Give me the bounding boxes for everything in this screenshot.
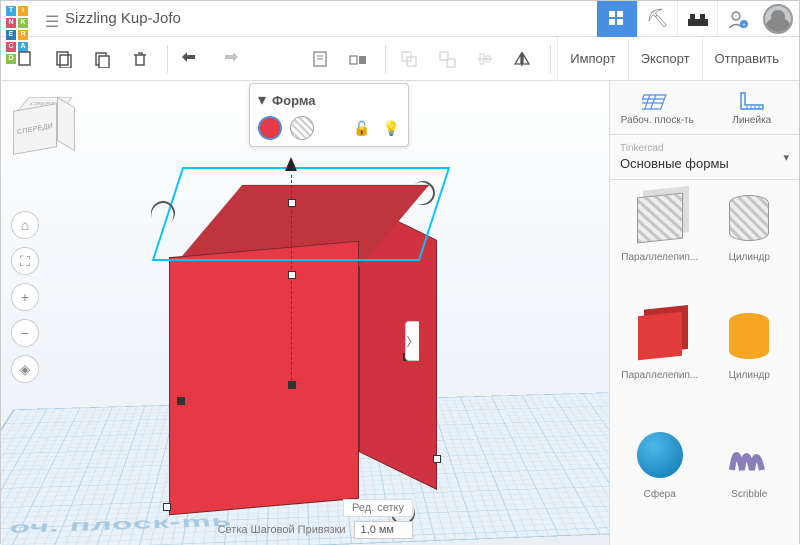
solid-color-swatch[interactable] [258,116,282,140]
main-toolbar: Импорт Экспорт Отправить [1,37,799,81]
shape-category-dropdown[interactable]: Tinkercad Основные формы ▾ [610,135,799,180]
zoom-out-button[interactable]: − [11,319,39,347]
redo-button[interactable] [212,42,246,76]
svg-text:+: + [741,22,745,29]
sidebar-expand-handle[interactable]: 〉 [405,321,419,361]
visibility-button[interactable] [341,42,375,76]
pickaxe-icon[interactable]: ⛏ [637,1,677,37]
fit-view-button[interactable]: ⛶ [11,247,39,275]
ortho-toggle-button[interactable]: ◈ [11,355,39,383]
home-view-button[interactable]: ⌂ [11,211,39,239]
send-button[interactable]: Отправить [702,37,791,81]
shape-panel-title: Форма [272,93,400,108]
snap-grid-select[interactable]: 1,0 мм [354,521,413,539]
ungroup-button[interactable] [430,42,464,76]
align-button[interactable] [468,42,502,76]
hole-swatch[interactable] [290,116,314,140]
tinkercad-logo[interactable]: TIN KER CAD [1,1,37,37]
lock-icon[interactable]: 🔓 [353,120,370,137]
shape-inspector-panel: ▾ Форма 🔓 💡 [249,83,409,147]
viewcube-side[interactable] [57,97,75,151]
import-button[interactable]: Импорт [557,37,627,81]
invite-user-icon[interactable]: + [717,1,757,37]
ruler-tool[interactable]: Линейка [705,81,800,134]
view-3d-icon[interactable] [597,1,637,37]
app-header: TIN KER CAD Sizzling Kup-Jofo ⛏ + [1,1,799,37]
shape-box-hole[interactable]: Параллелепип... [618,188,702,300]
mirror-button[interactable] [506,42,540,76]
project-list-icon[interactable] [45,12,59,26]
viewcube-front[interactable]: СПЕРЕДИ [13,103,57,155]
notes-button[interactable] [303,42,337,76]
view-controls: ⌂ ⛶ + − ◈ [11,211,39,383]
export-button[interactable]: Экспорт [628,37,702,81]
canvas-3d[interactable]: оч. плоск-ть [1,81,609,545]
copy-button[interactable] [9,42,43,76]
duplicate-button[interactable] [85,42,119,76]
brick-icon[interactable] [677,1,717,37]
shapes-sidebar: Рабоч. плоск-ть Линейка Tinkercad Основн… [609,81,799,545]
chevron-down-icon: ▾ [783,151,789,164]
viewcube[interactable]: СВЕРХУ СПЕРЕДИ [13,93,71,151]
shape-box-solid[interactable]: Параллелепип... [618,306,702,418]
snap-grid-label: Сетка Шаговой Привязки [218,524,346,536]
zoom-in-button[interactable]: + [11,283,39,311]
shape-sphere[interactable]: Сфера [618,425,702,537]
shape-cylinder-solid[interactable]: Цилиндр [708,306,792,418]
paste-button[interactable] [47,42,81,76]
undo-button[interactable] [174,42,208,76]
user-avatar[interactable] [763,4,793,34]
group-button[interactable] [392,42,426,76]
workplane-tool[interactable]: Рабоч. плоск-ть [610,81,705,134]
edit-grid-button[interactable]: Ред. сетку [343,499,413,517]
lightbulb-icon[interactable]: 💡 [383,120,400,137]
shape-scribble[interactable]: Scribble [708,425,792,537]
project-title[interactable]: Sizzling Kup-Jofo [65,10,181,27]
delete-button[interactable] [123,42,157,76]
shape-cylinder-hole[interactable]: Цилиндр [708,188,792,300]
